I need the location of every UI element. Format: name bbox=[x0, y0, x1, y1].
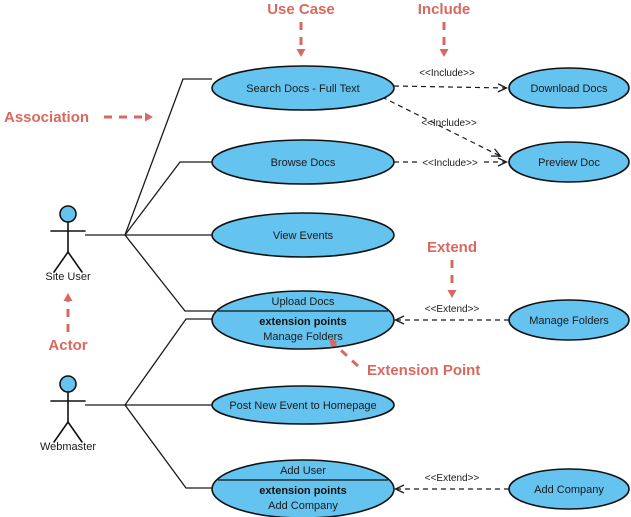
use-case-diagram-canvas: Site User Webmaster <<Include>> <<Includ… bbox=[0, 0, 631, 517]
use-case-label: Search Docs - Full Text bbox=[246, 83, 360, 95]
annotation-include: Include bbox=[418, 1, 471, 57]
use-case-view-events[interactable]: View Events bbox=[211, 212, 395, 258]
annotation-actor: Actor bbox=[48, 293, 88, 354]
actor-label-webmaster: Webmaster bbox=[40, 441, 96, 453]
actor-label-site-user: Site User bbox=[45, 271, 91, 283]
actor-head-icon bbox=[59, 375, 77, 393]
stereotype-label-include: <<Include>> bbox=[421, 118, 477, 129]
annotation-extension-point: Extension Point bbox=[328, 338, 480, 379]
use-case-label: Manage Folders bbox=[529, 315, 609, 327]
assoc-webmaster-add-user bbox=[124, 404, 216, 489]
use-case-label: Upload Docs bbox=[272, 296, 335, 308]
annotation-label-use-case: Use Case bbox=[267, 1, 335, 18]
actor-leg-right bbox=[67, 251, 83, 273]
actor-webmaster[interactable]: Webmaster bbox=[40, 375, 96, 453]
association-lines-site-user bbox=[85, 78, 216, 312]
include-line bbox=[393, 83, 509, 93]
extension-points-header: extension points bbox=[259, 316, 346, 328]
actor-leg-right bbox=[67, 421, 83, 443]
annotation-association: Association bbox=[4, 109, 153, 126]
use-case-label: Add User bbox=[280, 465, 326, 477]
relationship-include-browse-preview[interactable]: <<Include>> <<Include>> bbox=[394, 153, 509, 169]
extension-points-header: extension points bbox=[259, 485, 346, 497]
use-case-label: Preview Doc bbox=[538, 157, 600, 169]
assoc-webmaster-upload-docs bbox=[124, 318, 216, 406]
use-case-add-user[interactable]: Add User extension points Add Company bbox=[211, 459, 395, 517]
use-case-add-company[interactable]: Add Company bbox=[508, 468, 630, 510]
annotation-use-case: Use Case bbox=[267, 1, 335, 57]
stereotype-label-extend: <<Extend>> bbox=[425, 473, 480, 484]
use-case-label: View Events bbox=[273, 230, 334, 242]
use-case-download-docs[interactable]: Download Docs bbox=[508, 67, 630, 109]
assoc-siteuser-search-docs bbox=[124, 78, 212, 236]
annotation-label-association: Association bbox=[4, 109, 89, 126]
relationship-include-search-preview[interactable]: <<Include>> bbox=[381, 96, 502, 157]
use-case-label: Download Docs bbox=[530, 83, 608, 95]
relationship-extend-managefolders-upload[interactable]: <<Extend>> bbox=[393, 304, 509, 325]
use-case-post-new-event[interactable]: Post New Event to Homepage bbox=[211, 385, 395, 425]
annotation-label-extension-point: Extension Point bbox=[367, 362, 480, 379]
use-case-manage-folders[interactable]: Manage Folders bbox=[508, 299, 630, 341]
stereotype-label-include: <<Include>> bbox=[419, 68, 475, 79]
annotation-label-include: Include bbox=[418, 1, 471, 18]
association-lines-webmaster bbox=[85, 318, 216, 489]
use-case-upload-docs[interactable]: Upload Docs extension points Manage Fold… bbox=[211, 290, 395, 350]
use-case-label: Add Company bbox=[534, 484, 604, 496]
diagram-svg: Site User Webmaster <<Include>> <<Includ… bbox=[4, 1, 630, 517]
annotation-label-actor: Actor bbox=[48, 337, 87, 354]
use-case-browse-docs[interactable]: Browse Docs bbox=[211, 139, 395, 185]
use-case-label: Browse Docs bbox=[271, 157, 336, 169]
use-case-preview-doc[interactable]: Preview Doc bbox=[508, 141, 630, 183]
actor-head-icon bbox=[59, 205, 77, 223]
stereotype-label-include-top: <<Include>> bbox=[422, 158, 478, 169]
annotation-label-extend: Extend bbox=[427, 239, 477, 256]
annotation-extend: Extend bbox=[427, 239, 477, 298]
relationship-include-search-download[interactable]: <<Include>> bbox=[393, 68, 509, 93]
actor-leg-left bbox=[53, 251, 69, 273]
use-case-label: Post New Event to Homepage bbox=[229, 400, 376, 412]
actor-leg-left bbox=[53, 421, 69, 443]
use-case-search-docs[interactable]: Search Docs - Full Text bbox=[211, 65, 395, 111]
assoc-siteuser-upload-docs bbox=[124, 234, 216, 312]
stereotype-label-extend: <<Extend>> bbox=[425, 304, 480, 315]
relationship-extend-addcompany-adduser[interactable]: <<Extend>> bbox=[393, 473, 509, 494]
extension-points-value: Add Company bbox=[268, 500, 338, 512]
actor-site-user[interactable]: Site User bbox=[45, 205, 91, 283]
